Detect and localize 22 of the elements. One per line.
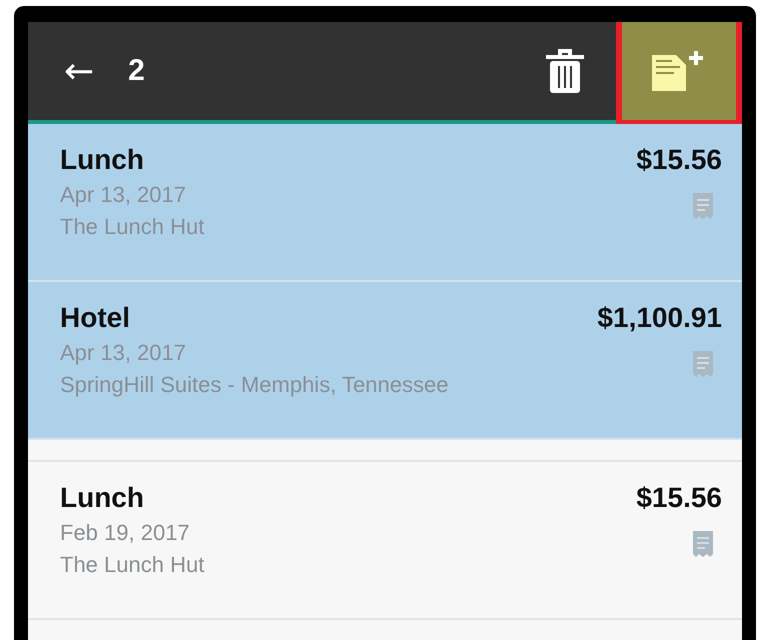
expense-merchant: SpringHill Suites - Memphis, Tennessee xyxy=(60,372,448,398)
trash-icon xyxy=(544,47,586,95)
back-button[interactable]: ← xyxy=(64,50,94,92)
delete-button[interactable] xyxy=(544,47,586,95)
expense-title: Lunch xyxy=(60,144,144,176)
expense-amount: $15.56 xyxy=(636,144,722,176)
expense-amount: $1,100.91 xyxy=(597,302,722,334)
expense-title: Hotel xyxy=(60,302,130,334)
expense-merchant: The Lunch Hut xyxy=(60,214,204,240)
expense-merchant: The Lunch Hut xyxy=(60,552,204,578)
expense-date: Apr 13, 2017 xyxy=(60,340,186,366)
receipt-icon xyxy=(692,530,714,558)
expense-row[interactable]: Hotel Apr 13, 2017 SpringHill Suites - Memphis, Tennessee $1,100.91 xyxy=(28,282,742,440)
add-report-button[interactable] xyxy=(616,22,742,126)
receipt-icon xyxy=(692,350,714,378)
expense-date: Feb 19, 2017 xyxy=(60,520,190,546)
expense-row[interactable]: Lunch Apr 13, 2017 The Lunch Hut $15.56 xyxy=(28,124,742,282)
selection-count: 2 xyxy=(128,54,146,88)
expense-title: Lunch xyxy=(60,482,144,514)
expense-amount: $15.56 xyxy=(636,482,722,514)
receipt-icon xyxy=(692,192,714,220)
expense-date: Apr 13, 2017 xyxy=(60,182,186,208)
